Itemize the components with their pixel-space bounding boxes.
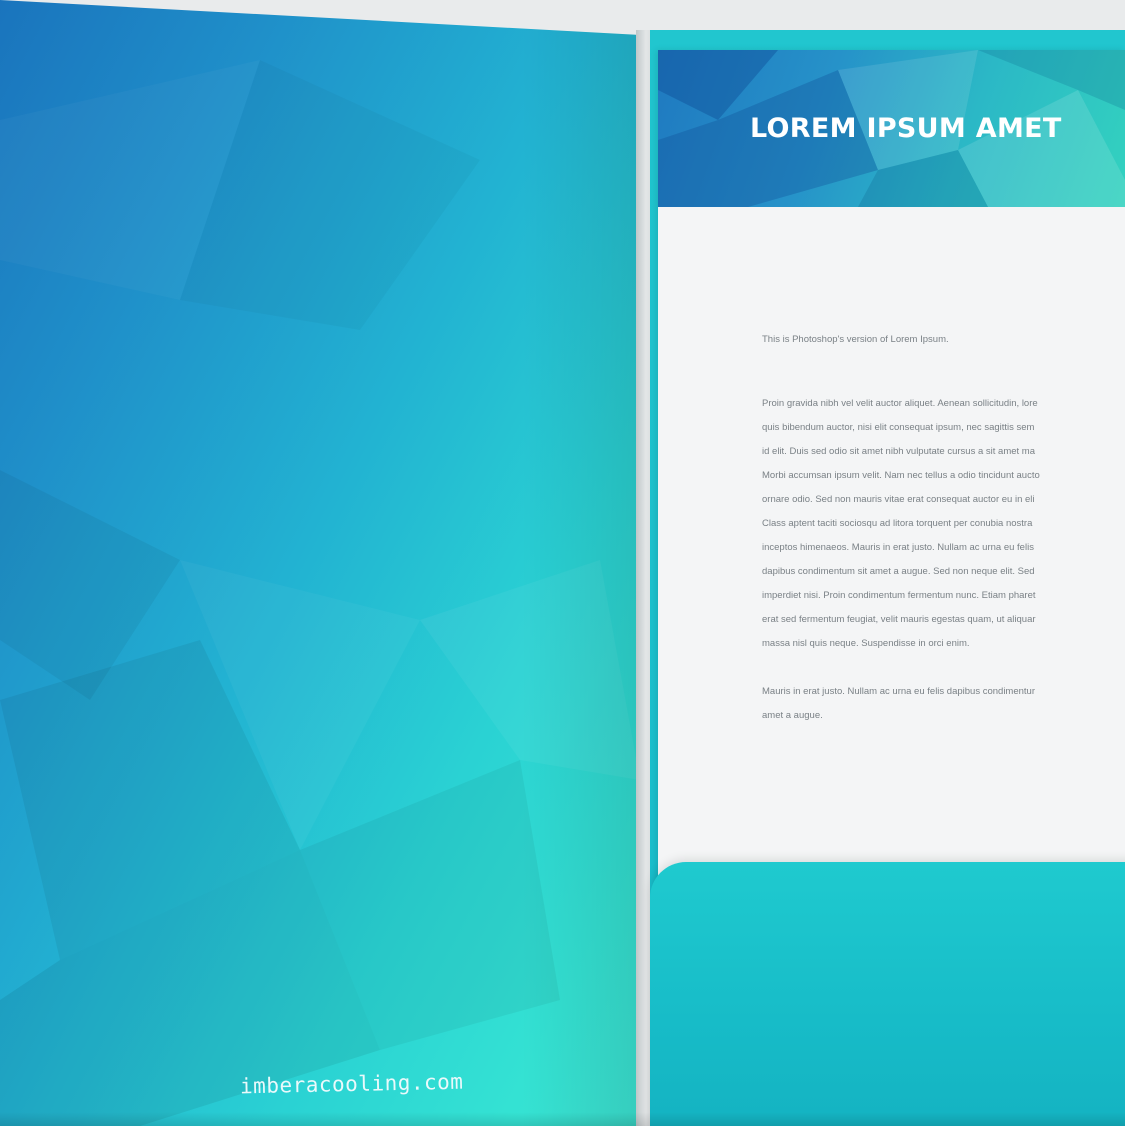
paragraph-line: Mauris in erat justo. Nullam ac urna eu …	[762, 686, 1035, 697]
paragraph-line: amet a augue.	[762, 710, 823, 721]
folder-pocket	[650, 862, 1125, 1126]
paragraph-line: ornare odio. Sed non mauris vitae erat c…	[762, 494, 1035, 505]
paragraph-line: Morbi accumsan ipsum velit. Nam nec tell…	[762, 470, 1040, 481]
folder-mockup: imberacooling.com LOREM IPSUM AMET This …	[0, 0, 1125, 1126]
letter-body: This is Photoshop's version of Lorem Ips…	[762, 332, 1125, 728]
paragraph-line: id elit. Duis sed odio sit amet nibh vul…	[762, 446, 1035, 457]
paragraph-line: Class aptent taciti sociosqu ad litora t…	[762, 518, 1033, 529]
intro-text: This is Photoshop's version of Lorem Ips…	[762, 334, 949, 345]
paragraph-line: dapibus condimentum sit amet a augue. Se…	[762, 566, 1035, 577]
letter-title: LOREM IPSUM AMET	[750, 113, 1062, 144]
paragraph-line: inceptos himenaeos. Mauris in erat justo…	[762, 542, 1034, 553]
folder-left-panel: imberacooling.com	[0, 0, 650, 1126]
ground-shadow	[0, 1112, 1125, 1126]
paragraph-line: Proin gravida nibh vel velit auctor aliq…	[762, 398, 1038, 409]
panel-shading	[0, 0, 650, 1126]
paragraph-line: massa nisl quis neque. Suspendisse in or…	[762, 638, 970, 649]
paragraph-line: quis bibendum auctor, nisi elit consequa…	[762, 422, 1035, 433]
website-url: imberacooling.com	[239, 1069, 464, 1099]
paragraph-line: erat sed fermentum feugiat, velit mauris…	[762, 614, 1036, 625]
paragraph-line: imperdiet nisi. Proin condimentum fermen…	[762, 590, 1036, 601]
letterhead-banner: LOREM IPSUM AMET	[658, 50, 1125, 207]
